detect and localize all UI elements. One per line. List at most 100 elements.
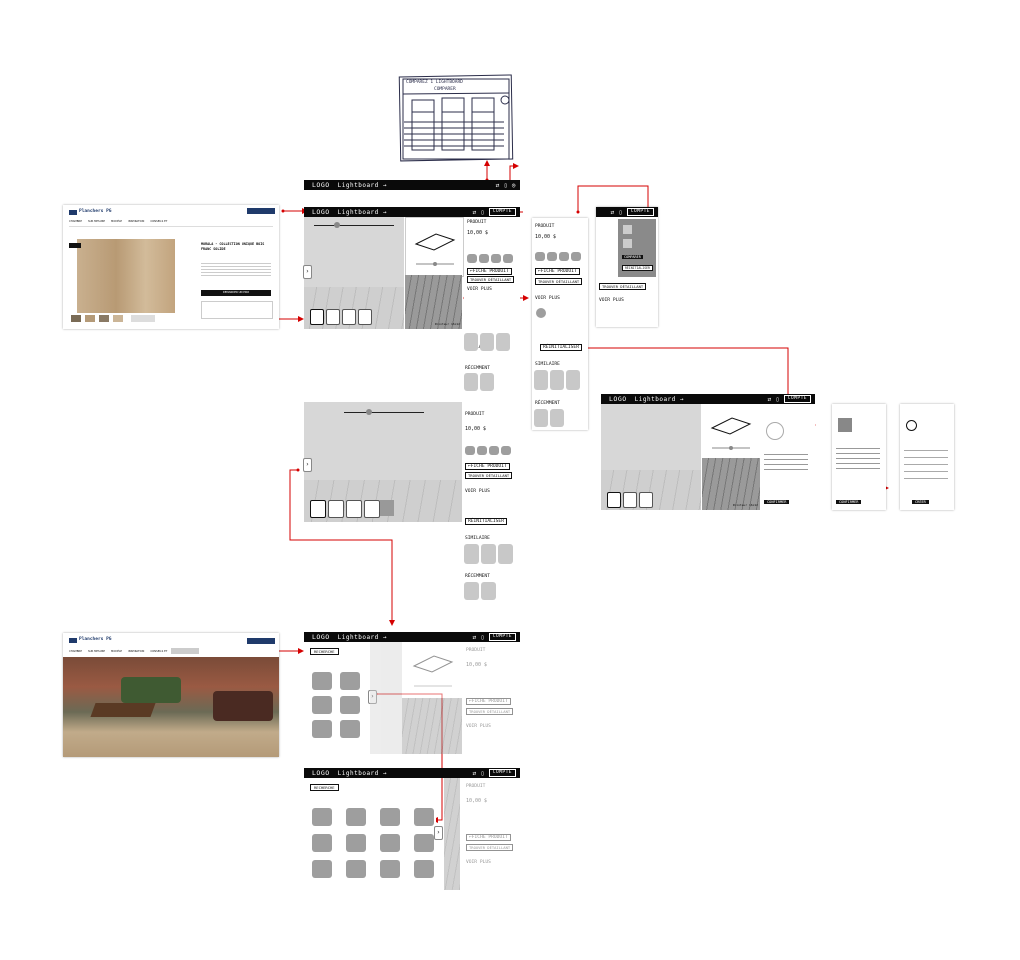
reinit-button[interactable]: RÉINITIALISER bbox=[622, 265, 653, 271]
config-panel-2: CONFIRMER bbox=[832, 404, 886, 510]
nav-item-4[interactable]: INSPIRATION bbox=[128, 650, 144, 653]
product-label: PRODUIT bbox=[466, 648, 486, 653]
request-price-button[interactable]: DEMANDER UN PRIX bbox=[201, 290, 271, 296]
see-more-label[interactable]: VOIR PLUS bbox=[599, 298, 624, 303]
search-input[interactable]: RECHERCHE bbox=[310, 784, 339, 791]
nav-item-2[interactable]: SUR MESURE bbox=[88, 220, 105, 223]
product-label: PRODUIT bbox=[466, 784, 486, 789]
fiche-button[interactable]: ←FICHE PRODUIT bbox=[465, 463, 510, 470]
retailer-button[interactable]: TROUVER DÉTAILLANT bbox=[467, 276, 515, 283]
similar-label: SIMILAIRE bbox=[465, 536, 490, 541]
retailer-button[interactable]: TROUVER DÉTAILLANT bbox=[535, 278, 583, 285]
nav-item-5[interactable]: CONSEILS ET bbox=[150, 650, 167, 653]
recent-label: RÉCEMMENT bbox=[465, 574, 490, 579]
confirm-button[interactable]: CONFIRMER bbox=[764, 500, 790, 504]
recent-label: RÉCEMMENT bbox=[535, 401, 560, 406]
bookmark-icon[interactable]: ▯ bbox=[504, 182, 508, 189]
room-3d-view[interactable] bbox=[304, 217, 404, 329]
plank-preview bbox=[405, 217, 464, 277]
brand-logo-icon bbox=[69, 210, 77, 215]
sketch-title: COMPAREZ 1 LIGHTBOARD bbox=[406, 80, 463, 85]
lightboard-thumb-button[interactable] bbox=[131, 315, 155, 322]
compare-icon[interactable]: ⇄ bbox=[496, 182, 500, 189]
lightboard-nav-button[interactable] bbox=[171, 648, 199, 654]
logo[interactable]: LOGO bbox=[312, 208, 330, 216]
nav-item-4[interactable]: INSPIRATION bbox=[128, 220, 144, 223]
logo[interactable]: LOGO bbox=[312, 769, 330, 777]
nav-item-1[interactable]: CHAMBRE bbox=[69, 650, 82, 653]
wireframe-search-d: LOGO Lightboard → ⇄ ▯ COMPTE RECHERCHE › P… bbox=[304, 768, 520, 890]
collapse-drawer-chevron[interactable]: › bbox=[434, 826, 443, 840]
product-label: PRODUIT bbox=[465, 412, 485, 417]
recent-label: RÉCEMMENT bbox=[465, 366, 490, 371]
price: 10,00 $ bbox=[465, 426, 487, 432]
search-drawer: RECHERCHE bbox=[304, 642, 370, 754]
price: 10,00 $ bbox=[466, 662, 488, 668]
nav-item-2[interactable]: SUR MESURE bbox=[88, 650, 105, 653]
nav-item-5[interactable]: CONSEILS ET bbox=[150, 220, 167, 223]
lightboard-link[interactable]: Lightboard → bbox=[338, 182, 387, 189]
confirm-button[interactable]: CONFIRMER bbox=[836, 500, 862, 504]
account-button[interactable]: COMPTE bbox=[626, 208, 654, 216]
side-panel-a-continued: SIMILAIRE RÉCEMMENT bbox=[462, 325, 518, 405]
similar-label: SIMILAIRE bbox=[535, 362, 560, 367]
product-label: PRODUIT bbox=[467, 220, 487, 225]
logo[interactable]: LOGO bbox=[609, 395, 627, 403]
nav-item-3[interactable]: MODÈLE bbox=[111, 650, 122, 653]
site-cta-button[interactable] bbox=[247, 208, 275, 214]
retailer-button[interactable]: TROUVER DÉTAILLANT bbox=[466, 708, 514, 715]
compare-icon[interactable]: ⇄ bbox=[472, 209, 476, 216]
nav-item-3[interactable]: MODÈLE bbox=[111, 220, 122, 223]
lightboard-link[interactable]: Lightboard → bbox=[338, 634, 387, 641]
retailer-button[interactable]: TROUVER DÉTAILLANT bbox=[599, 283, 647, 290]
account-button[interactable]: COMPTE bbox=[488, 633, 516, 641]
see-more-label[interactable]: VOIR PLUS bbox=[465, 489, 490, 494]
lightboard-link[interactable]: Lightboard → bbox=[635, 396, 684, 403]
brand-name: Planchers PG bbox=[79, 637, 112, 642]
retailer-button[interactable]: TROUVER DÉTAILLANT bbox=[466, 844, 514, 851]
lightboard-link[interactable]: Lightboard → bbox=[338, 209, 387, 216]
bookmark-icon[interactable]: ▯ bbox=[481, 209, 485, 216]
brand-name: Planchers PG bbox=[79, 209, 112, 214]
floor-tag: Pointeur 16x12 bbox=[434, 322, 460, 326]
brand-logo-icon bbox=[69, 638, 77, 643]
room-3d-view[interactable] bbox=[304, 402, 462, 522]
reset-button[interactable]: RÉINITIALISER bbox=[540, 344, 582, 351]
logo[interactable]: LOGO bbox=[312, 181, 330, 189]
logo[interactable]: LOGO bbox=[312, 633, 330, 641]
account-button[interactable]: COMPTE bbox=[488, 208, 516, 216]
fiche-button[interactable]: ←FICHE PRODUIT bbox=[466, 698, 511, 705]
config-panel-3: CRÉER bbox=[900, 404, 954, 510]
reset-button[interactable]: RÉINITIALISER bbox=[465, 518, 507, 525]
site-cta-button[interactable] bbox=[247, 638, 275, 644]
account-icon[interactable]: ◎ bbox=[512, 182, 516, 189]
fiche-button[interactable]: ←FICHE PRODUIT bbox=[466, 834, 511, 841]
compare-dropdown[interactable]: COMPARER RÉINITIALISER bbox=[618, 219, 656, 277]
side-panel-variant: PRODUIT 10,00 $ ←FICHE PRODUIT TROUVER D… bbox=[532, 218, 588, 430]
see-more-label[interactable]: VOIR PLUS bbox=[467, 287, 492, 292]
search-input[interactable]: RECHERCHE bbox=[310, 648, 339, 655]
nav-item-1[interactable]: CHAMBRE bbox=[69, 220, 82, 223]
see-more-label[interactable]: VOIR PLUS bbox=[466, 724, 491, 729]
website-product-page: Planchers PG CHAMBRE SUR MESURE MODÈLE I… bbox=[63, 205, 279, 329]
fiche-button[interactable]: ←FICHE PRODUIT bbox=[535, 268, 580, 275]
lightboard-link[interactable]: Lightboard → bbox=[338, 770, 387, 777]
website-inspiration-page: Planchers PG CHAMBRE SUR MESURE MODÈLE I… bbox=[63, 633, 279, 757]
search-drawer-expanded: RECHERCHE bbox=[304, 778, 436, 890]
account-button[interactable]: COMPTE bbox=[783, 395, 811, 403]
retailer-button[interactable]: TROUVER DÉTAILLANT bbox=[465, 472, 513, 479]
room-3d-view[interactable] bbox=[601, 404, 701, 510]
expand-left-chevron[interactable]: › bbox=[303, 265, 312, 279]
floor-tag: Pointeur 16x12 bbox=[732, 503, 758, 507]
see-more-label[interactable]: VOIR PLUS bbox=[535, 296, 560, 301]
see-more-label[interactable]: VOIR PLUS bbox=[466, 860, 491, 865]
account-button[interactable]: COMPTE bbox=[488, 769, 516, 777]
product-title: MORALA - COLLECTION UNIQUE BOIS FRANC SO… bbox=[201, 242, 265, 251]
create-button[interactable]: CRÉER bbox=[912, 500, 929, 504]
wireframe-main-b: › PRODUIT 10,00 $ ←FICHE PRODUIT TROUVER… bbox=[303, 402, 520, 607]
compare-button[interactable]: COMPARER bbox=[622, 255, 643, 259]
expand-left-chevron[interactable]: › bbox=[303, 458, 312, 472]
fiche-button[interactable]: ←FICHE PRODUIT bbox=[467, 268, 512, 275]
product-image bbox=[77, 239, 175, 313]
price: 10,00 $ bbox=[467, 230, 489, 236]
